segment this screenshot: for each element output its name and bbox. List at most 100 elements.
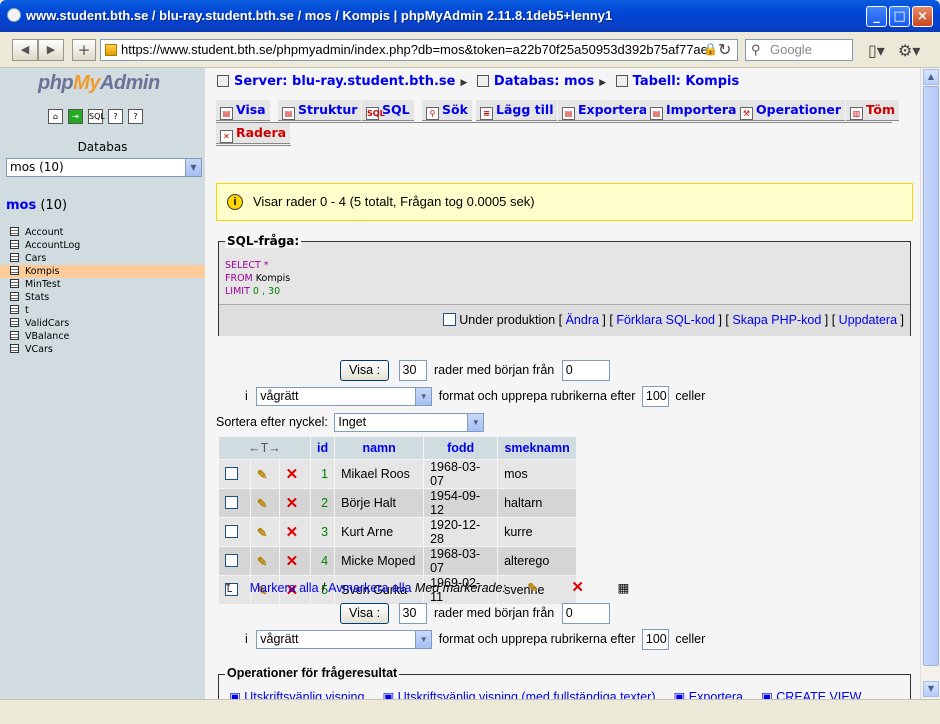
- column-header-namn[interactable]: namn: [335, 437, 424, 459]
- row-delete-cell[interactable]: ✕: [279, 489, 310, 517]
- row-edit-cell[interactable]: ✎: [250, 547, 279, 575]
- tab-visa[interactable]: ▤ Visa: [216, 100, 270, 121]
- column-header-smeknamn[interactable]: smeknamn: [498, 437, 577, 459]
- tab-radera[interactable]: ✕ Radera: [216, 123, 291, 144]
- edit-pencil-icon[interactable]: ✎: [257, 468, 267, 482]
- breadcrumb-server[interactable]: Server: blu-ray.student.bth.se: [234, 74, 455, 89]
- maximize-button[interactable]: □: [889, 6, 910, 27]
- edit-sql-link[interactable]: Ändra: [566, 313, 599, 327]
- operation-link[interactable]: ▣ Utskriftsvänlig visning: [229, 690, 364, 699]
- db-heading-link[interactable]: mos: [6, 198, 36, 213]
- sidebar-table-label[interactable]: Stats: [25, 292, 49, 303]
- search-input[interactable]: ⚲ Google: [745, 39, 853, 61]
- breadcrumb-database[interactable]: Databas: mos: [494, 74, 594, 89]
- sidebar-table-item[interactable]: AccountLog: [0, 239, 205, 252]
- row-select-cell[interactable]: [219, 489, 250, 517]
- sidebar-table-label[interactable]: VBalance: [25, 331, 69, 342]
- edit-pencil-icon[interactable]: ✎: [257, 526, 267, 540]
- table-icon[interactable]: [10, 240, 19, 249]
- home-icon[interactable]: ⌂: [48, 109, 63, 124]
- scroll-down-icon[interactable]: ▼: [923, 681, 939, 697]
- exit-icon[interactable]: ⇥: [68, 109, 83, 124]
- mark-all-link[interactable]: Markera alla: [250, 581, 319, 595]
- edit-selected-icon[interactable]: ✎: [527, 581, 537, 595]
- row-edit-cell[interactable]: ✎: [250, 518, 279, 546]
- sidebar-table-item[interactable]: Kompis: [0, 265, 205, 278]
- refresh-link[interactable]: Uppdatera: [839, 313, 897, 327]
- tab-operationer[interactable]: ⚒ Operationer: [736, 100, 846, 121]
- operation-link[interactable]: ▣ Exportera: [674, 690, 743, 699]
- tab-lägg-till[interactable]: ≡ Lägg till: [476, 100, 558, 121]
- row-checkbox[interactable]: [225, 496, 238, 509]
- production-checkbox[interactable]: [442, 313, 456, 326]
- row-delete-cell[interactable]: ✕: [279, 518, 310, 546]
- row-select-cell[interactable]: [219, 518, 250, 546]
- sidebar-table-label[interactable]: MinTest: [25, 279, 61, 290]
- create-php-link[interactable]: Skapa PHP-kod: [732, 313, 821, 327]
- show-button[interactable]: Visa :: [340, 360, 390, 381]
- row-edit-cell[interactable]: ✎: [250, 489, 279, 517]
- export-selected-icon[interactable]: ▦: [617, 581, 629, 595]
- new-tab-button[interactable]: +: [72, 39, 96, 61]
- reload-icon[interactable]: ↻: [718, 40, 731, 59]
- row-delete-cell[interactable]: ✕: [279, 547, 310, 575]
- table-icon[interactable]: [10, 227, 19, 236]
- sidebar-table-label[interactable]: Cars: [25, 253, 46, 264]
- operation-link[interactable]: ▣ Utskriftsvänlig visning (med fullständ…: [382, 690, 655, 699]
- minimize-button[interactable]: _: [866, 6, 887, 27]
- sidebar-table-item[interactable]: Cars: [0, 252, 205, 265]
- tools-gear-icon[interactable]: ⚙▾: [898, 41, 920, 60]
- edit-pencil-icon[interactable]: ✎: [257, 555, 267, 569]
- column-header-id[interactable]: id: [311, 437, 335, 459]
- start-input[interactable]: 0: [561, 360, 610, 382]
- column-header-fodd[interactable]: fodd: [424, 437, 498, 459]
- row-select-cell[interactable]: [219, 547, 250, 575]
- show-button-bottom[interactable]: Visa :: [340, 603, 390, 624]
- tab-sök[interactable]: ⚲ Sök: [422, 100, 472, 121]
- query-docs-icon[interactable]: ?: [108, 109, 123, 124]
- breadcrumb-table[interactable]: Tabell: Kompis: [633, 74, 740, 89]
- sidebar-table-label[interactable]: VCars: [25, 344, 53, 355]
- edit-pencil-icon[interactable]: ✎: [257, 497, 267, 511]
- table-icon[interactable]: [10, 331, 19, 340]
- scroll-up-icon[interactable]: ▲: [923, 69, 939, 85]
- tab-sql[interactable]: SQLSQL: [362, 100, 414, 121]
- sidebar-table-item[interactable]: MinTest: [0, 278, 205, 291]
- sidebar-table-label[interactable]: t: [25, 305, 29, 316]
- repeat-input-bottom[interactable]: 100: [641, 629, 669, 650]
- delete-x-icon[interactable]: ✕: [286, 524, 299, 541]
- format-select[interactable]: vågrätt ▼: [256, 387, 433, 406]
- vertical-scrollbar[interactable]: ▲ ▼: [920, 68, 940, 699]
- close-button[interactable]: ×: [912, 6, 933, 27]
- tab-importera[interactable]: ▤ Importera: [646, 100, 741, 121]
- tab-töm[interactable]: ▥ Töm: [846, 100, 899, 121]
- sidebar-table-item[interactable]: Stats: [0, 291, 205, 304]
- delete-x-icon[interactable]: ✕: [286, 495, 299, 512]
- tab-exportera[interactable]: ▤ Exportera: [558, 100, 652, 121]
- rows-input[interactable]: 30: [398, 360, 427, 382]
- table-icon[interactable]: [10, 253, 19, 262]
- repeat-input[interactable]: 100: [641, 386, 669, 407]
- row-checkbox[interactable]: [225, 525, 238, 538]
- sidebar-table-item[interactable]: VBalance: [0, 330, 205, 343]
- delete-x-icon[interactable]: ✕: [286, 553, 299, 570]
- start-input-bottom[interactable]: 0: [561, 603, 610, 625]
- back-button[interactable]: ◀: [12, 39, 38, 61]
- documentation-icon[interactable]: ?: [128, 109, 143, 124]
- table-icon[interactable]: [10, 344, 19, 353]
- database-select[interactable]: mos (10) ▼: [6, 158, 202, 177]
- row-delete-cell[interactable]: ✕: [279, 460, 310, 488]
- operation-link[interactable]: ▣ CREATE VIEW: [761, 690, 861, 699]
- sql-window-icon[interactable]: SQL: [88, 109, 105, 124]
- column-toggle-icon[interactable]: ←T→: [219, 437, 310, 459]
- table-icon[interactable]: [10, 292, 19, 301]
- table-icon[interactable]: [10, 305, 19, 314]
- row-checkbox[interactable]: [225, 467, 238, 480]
- sidebar-table-label[interactable]: AccountLog: [25, 240, 80, 251]
- forward-button[interactable]: ▶: [38, 39, 64, 61]
- table-icon[interactable]: [10, 266, 19, 275]
- sort-select[interactable]: Inget ▼: [334, 413, 485, 432]
- page-menu-icon[interactable]: ▯▾: [868, 41, 885, 60]
- sidebar-table-item[interactable]: ValidCars: [0, 317, 205, 330]
- delete-selected-icon[interactable]: ✕: [571, 579, 584, 596]
